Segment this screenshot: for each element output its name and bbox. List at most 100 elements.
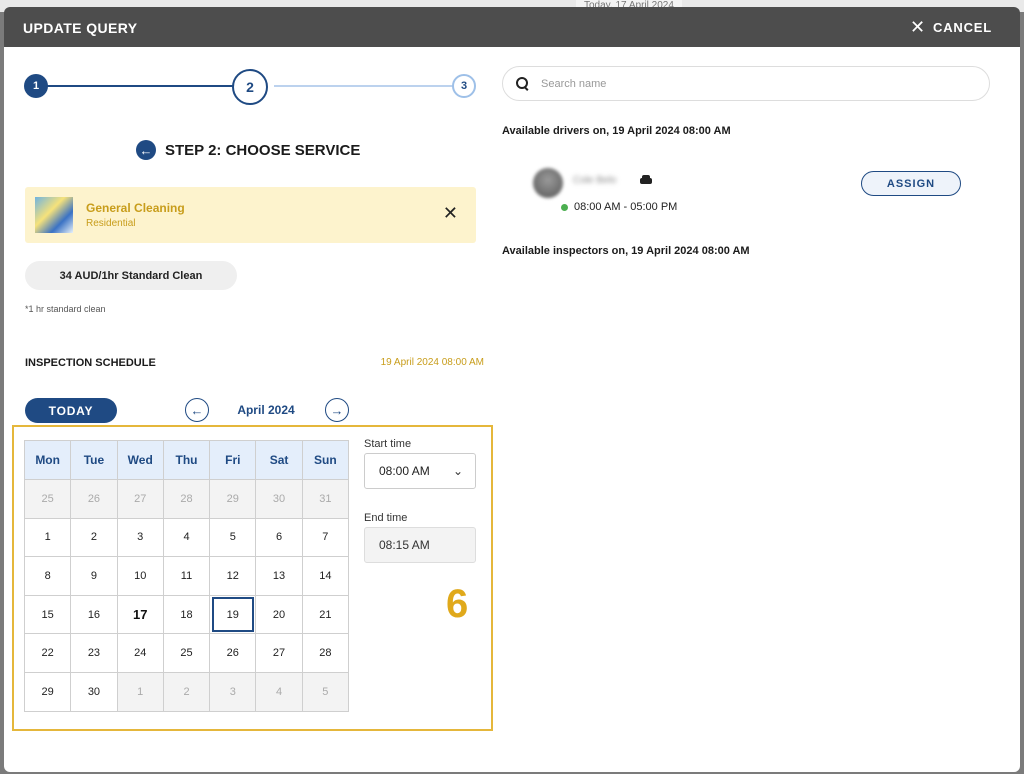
- end-time-label: End time: [364, 512, 408, 524]
- assign-button[interactable]: ASSIGN: [861, 171, 961, 196]
- cancel-label: CANCEL: [933, 19, 992, 35]
- calendar-day[interactable]: 28: [301, 633, 350, 673]
- driver-hours: 08:00 AM - 05:00 PM: [574, 201, 678, 213]
- step-1[interactable]: 1: [24, 74, 48, 98]
- remove-service-close-icon[interactable]: ✕: [443, 203, 458, 224]
- calendar-day[interactable]: 2: [162, 671, 211, 712]
- calendar-week-row: 29 30 1 2 3 4 5: [23, 671, 350, 712]
- back-arrow-icon[interactable]: ←: [136, 140, 156, 160]
- weekday-header: Wed: [116, 440, 164, 480]
- calendar-day[interactable]: 15: [23, 594, 72, 635]
- calendar-month-label: April 2024: [237, 403, 295, 417]
- calendar-day[interactable]: 29: [209, 479, 257, 519]
- next-month-arrow-icon[interactable]: →: [325, 398, 349, 422]
- availability-status-dot: [561, 204, 568, 211]
- driver-name: Cole Belo: [573, 175, 617, 186]
- calendar-day-selected[interactable]: 19: [209, 594, 257, 635]
- calendar-day[interactable]: 9: [70, 556, 118, 596]
- calendar-day[interactable]: 14: [301, 556, 350, 596]
- calendar-day[interactable]: 23: [70, 633, 118, 673]
- calendar-day[interactable]: 6: [255, 517, 303, 558]
- cancel-button[interactable]: ✕ CANCEL: [910, 18, 992, 36]
- step-2[interactable]: 2: [232, 69, 268, 105]
- calendar-day[interactable]: 11: [162, 556, 211, 596]
- step-title: ← STEP 2: CHOOSE SERVICE: [136, 140, 360, 160]
- weekday-header: Mon: [23, 440, 72, 480]
- calendar-day[interactable]: 12: [209, 556, 257, 596]
- calendar-day[interactable]: 25: [162, 633, 211, 673]
- start-time-select[interactable]: 08:00 AM ⌄: [364, 453, 476, 489]
- search-icon: [515, 76, 531, 92]
- inspection-schedule-date: 19 April 2024 08:00 AM: [380, 357, 484, 368]
- calendar-day[interactable]: 31: [301, 479, 350, 519]
- calendar-day[interactable]: 16: [70, 594, 118, 635]
- calendar-day[interactable]: 29: [23, 671, 72, 712]
- calendar-day[interactable]: 3: [116, 517, 164, 558]
- calendar-day[interactable]: 28: [162, 479, 211, 519]
- search-input[interactable]: [541, 77, 961, 90]
- calendar-day[interactable]: 26: [209, 633, 257, 673]
- weekday-header: Tue: [70, 440, 118, 480]
- calendar-day[interactable]: 27: [255, 633, 303, 673]
- service-thumbnail: [35, 197, 73, 233]
- price-pill[interactable]: 34 AUD/1hr Standard Clean: [25, 261, 237, 290]
- weekday-header: Sun: [301, 440, 350, 480]
- step-3[interactable]: 3: [452, 74, 476, 98]
- calendar-day[interactable]: 5: [301, 671, 350, 712]
- search-box[interactable]: [502, 66, 990, 101]
- calendar-day[interactable]: 26: [70, 479, 118, 519]
- stepper-line-pending: [274, 85, 462, 87]
- calendar-day[interactable]: 30: [255, 479, 303, 519]
- calendar-day[interactable]: 2: [70, 517, 118, 558]
- price-note: *1 hr standard clean: [25, 304, 106, 314]
- start-time-value: 08:00 AM: [379, 464, 430, 478]
- car-icon: [640, 175, 652, 185]
- end-time-field: 08:15 AM: [364, 527, 476, 563]
- calendar-day[interactable]: 25: [23, 479, 72, 519]
- calendar-week-row: 8 9 10 11 12 13 14: [23, 556, 350, 596]
- today-button[interactable]: TODAY: [25, 398, 117, 423]
- calendar-day-today[interactable]: 17: [116, 594, 164, 635]
- available-drivers-heading: Available drivers on, 19 April 2024 08:0…: [502, 125, 731, 137]
- calendar-week-row: 15 16 17 18 19 20 21: [23, 594, 350, 635]
- calendar-week-row: 25 26 27 28 29 30 31: [23, 479, 350, 519]
- calendar-day[interactable]: 27: [116, 479, 164, 519]
- calendar-day[interactable]: 4: [255, 671, 303, 712]
- selected-service-card: General Cleaning Residential ✕: [25, 187, 476, 243]
- calendar-day[interactable]: 8: [23, 556, 72, 596]
- avatar: [533, 168, 563, 198]
- calendar-day[interactable]: 24: [116, 633, 164, 673]
- available-inspectors-heading: Available inspectors on, 19 April 2024 0…: [502, 245, 750, 257]
- calendar-day[interactable]: 18: [162, 594, 211, 635]
- weekday-header: Fri: [209, 440, 257, 480]
- close-icon: ✕: [909, 17, 926, 37]
- stepper-line-complete: [40, 85, 238, 87]
- step-title-text: STEP 2: CHOOSE SERVICE: [165, 141, 361, 159]
- modal-title: UPDATE QUERY: [23, 20, 138, 36]
- calendar-day[interactable]: 20: [255, 594, 303, 635]
- calendar-week-row: 1234567: [23, 517, 350, 558]
- service-name: General Cleaning: [86, 201, 185, 215]
- stepper: 1 2 3: [24, 69, 476, 105]
- calendar-day[interactable]: 7: [301, 517, 350, 558]
- inspection-schedule-label: INSPECTION SCHEDULE: [25, 357, 156, 369]
- calendar-day[interactable]: 10: [116, 556, 164, 596]
- calendar-day[interactable]: 22: [23, 633, 72, 673]
- calendar-day[interactable]: 30: [70, 671, 118, 712]
- calendar-grid: Mon Tue Wed Thu Fri Sat Sun 25 26 27 28 29 30…: [23, 440, 350, 712]
- weekday-header: Thu: [162, 440, 211, 480]
- calendar-day[interactable]: 21: [301, 594, 350, 635]
- calendar-day[interactable]: 3: [209, 671, 257, 712]
- calendar-day[interactable]: 4: [162, 517, 211, 558]
- prev-month-arrow-icon[interactable]: ←: [185, 398, 209, 422]
- chevron-down-icon: ⌄: [452, 464, 463, 478]
- calendar-day[interactable]: 13: [255, 556, 303, 596]
- calendar-day[interactable]: 1: [116, 671, 164, 712]
- calendar-day[interactable]: 1: [23, 517, 72, 558]
- modal-header: UPDATE QUERY ✕ CANCEL: [4, 7, 1020, 47]
- calendar-week-row: 22 23 24 25 26 27 28: [23, 633, 350, 673]
- weekday-header: Sat: [255, 440, 303, 480]
- calendar-weekday-row: Mon Tue Wed Thu Fri Sat Sun: [23, 440, 350, 480]
- service-category: Residential: [86, 218, 136, 229]
- calendar-day[interactable]: 5: [209, 517, 257, 558]
